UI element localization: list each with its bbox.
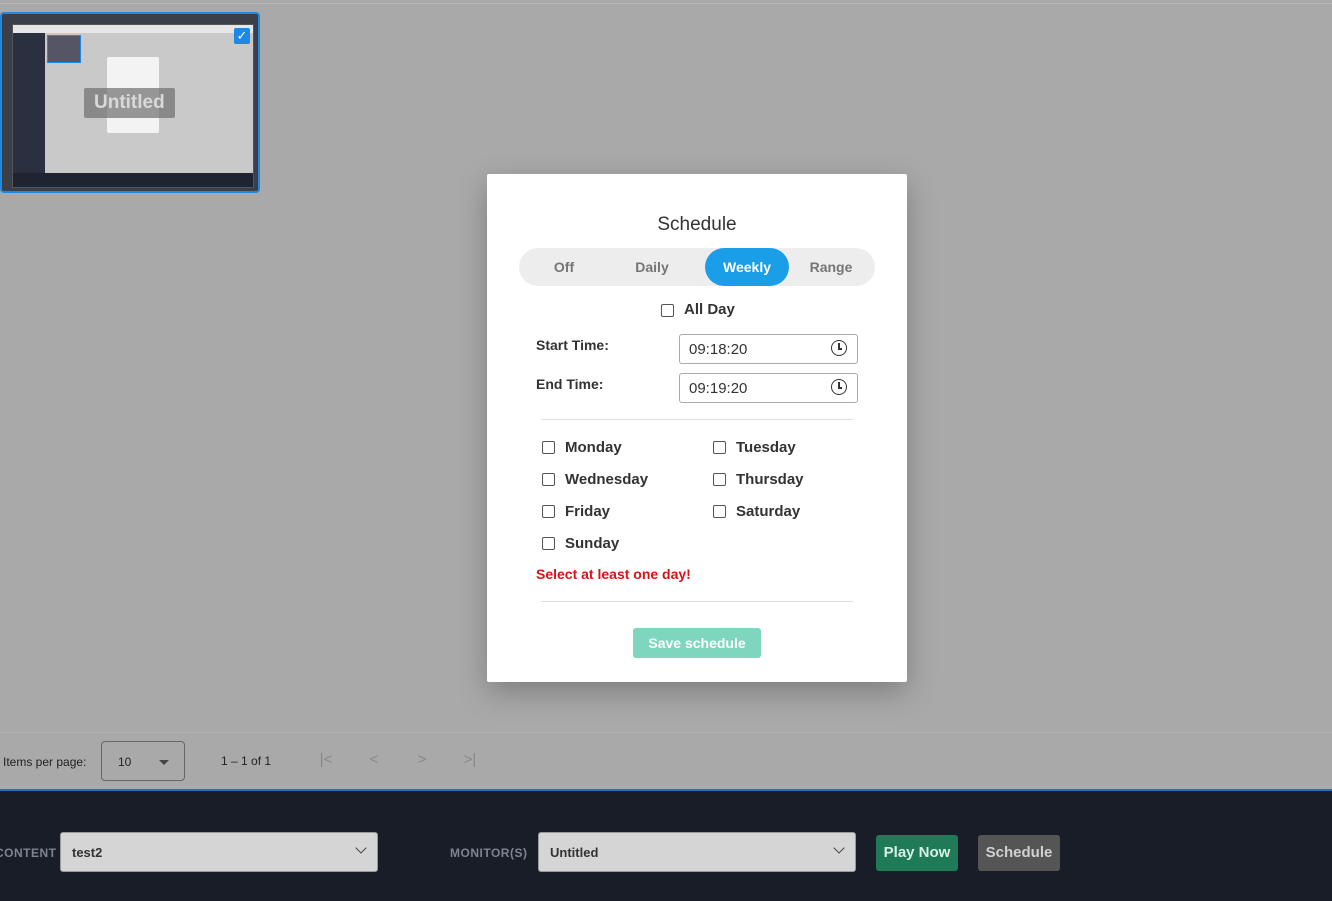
next-page-icon[interactable]: > <box>412 750 432 770</box>
monitors-label: MONITOR(S) <box>450 846 528 860</box>
monitor-thumbnail[interactable]: ✓ Untitled <box>0 12 260 193</box>
monitors-value: Untitled <box>550 845 599 860</box>
chevron-down-icon <box>833 842 845 854</box>
last-page-icon[interactable]: >| <box>460 750 480 770</box>
top-divider <box>0 3 1332 4</box>
end-time-label: End Time: <box>536 376 604 392</box>
content-select[interactable]: test2 <box>60 832 378 872</box>
day-label-thursday: Thursday <box>736 471 804 488</box>
preview-mini-thumb <box>47 35 81 63</box>
schedule-mode-toggle: Off Daily Weekly Range <box>519 248 875 286</box>
preview-topbar <box>13 25 253 33</box>
day-checkbox-sunday[interactable] <box>542 537 555 550</box>
thumbnail-label: Untitled <box>84 88 175 118</box>
error-message: Select at least one day! <box>536 566 691 582</box>
mode-range[interactable]: Range <box>789 248 873 286</box>
schedule-button[interactable]: Schedule <box>978 835 1060 871</box>
items-per-page-select[interactable]: 10 <box>101 741 185 781</box>
divider <box>541 601 853 602</box>
chevron-down-icon <box>355 842 367 854</box>
day-checkbox-wednesday[interactable] <box>542 473 555 486</box>
range-label: 1 – 1 of 1 <box>221 754 272 768</box>
all-day-checkbox[interactable] <box>661 304 674 317</box>
bottom-action-bar: CONTENT test2 MONITOR(S) Untitled Play N… <box>0 789 1332 901</box>
day-checkbox-monday[interactable] <box>542 441 555 454</box>
preview-sidebar <box>13 33 45 181</box>
day-label-tuesday: Tuesday <box>736 439 796 456</box>
mode-off[interactable]: Off <box>519 248 609 286</box>
preview-bottombar <box>13 173 253 187</box>
all-day-label: All Day <box>684 301 735 318</box>
previous-page-icon[interactable]: < <box>364 750 384 770</box>
day-checkbox-saturday[interactable] <box>713 505 726 518</box>
paginator: Items per page: 10 1 – 1 of 1 |< < > >| <box>0 732 1332 791</box>
day-label-wednesday: Wednesday <box>565 471 649 488</box>
end-time-value: 09:19:20 <box>689 380 748 397</box>
dialog-title: Schedule <box>657 214 737 235</box>
save-schedule-button[interactable]: Save schedule <box>633 628 761 658</box>
day-label-monday: Monday <box>565 439 622 456</box>
content-label: CONTENT <box>0 846 57 860</box>
mode-weekly[interactable]: Weekly <box>705 248 789 286</box>
day-label-friday: Friday <box>565 503 611 520</box>
day-label-sunday: Sunday <box>565 535 620 552</box>
caret-down-icon <box>159 760 169 765</box>
play-now-button[interactable]: Play Now <box>876 835 958 871</box>
day-label-saturday: Saturday <box>736 503 801 520</box>
end-time-input[interactable]: 09:19:20 <box>679 373 858 403</box>
start-time-value: 09:18:20 <box>689 341 748 358</box>
day-checkbox-thursday[interactable] <box>713 473 726 486</box>
clock-icon[interactable] <box>831 340 847 356</box>
monitors-select[interactable]: Untitled <box>538 832 856 872</box>
items-per-page-label: Items per page: <box>3 755 87 769</box>
checkbox-checked-icon[interactable]: ✓ <box>234 28 250 44</box>
day-checkbox-friday[interactable] <box>542 505 555 518</box>
start-time-input[interactable]: 09:18:20 <box>679 334 858 364</box>
clock-icon[interactable] <box>831 379 847 395</box>
day-checkbox-tuesday[interactable] <box>713 441 726 454</box>
schedule-dialog: Schedule Off Daily Weekly Range All Day … <box>487 174 907 682</box>
divider <box>541 419 853 420</box>
items-per-page-value: 10 <box>118 755 132 769</box>
start-time-label: Start Time: <box>536 337 609 353</box>
content-value: test2 <box>72 845 103 860</box>
mode-daily[interactable]: Daily <box>609 248 695 286</box>
first-page-icon[interactable]: |< <box>316 750 336 770</box>
